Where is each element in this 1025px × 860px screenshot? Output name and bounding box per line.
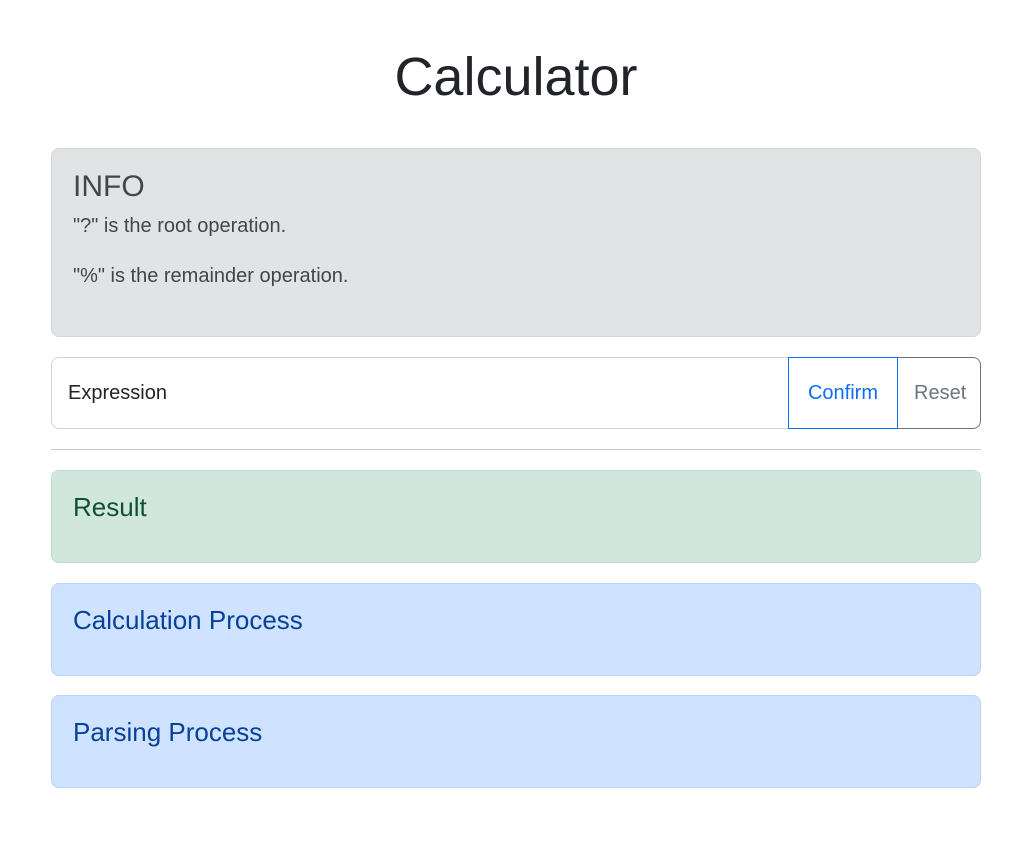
calculation-process-title: Calculation Process — [73, 605, 303, 635]
confirm-button[interactable]: Confirm — [788, 357, 898, 429]
expression-input-group: Confirm Reset — [51, 357, 981, 429]
result-panel: Result — [51, 470, 981, 563]
info-heading: INFO — [73, 170, 145, 203]
page-title: Calculator — [394, 47, 638, 107]
calculation-process-panel: Calculation Process — [51, 583, 981, 676]
parsing-process-panel: Parsing Process — [51, 695, 981, 788]
divider — [51, 449, 981, 450]
expression-input[interactable] — [51, 357, 788, 429]
info-box: INFO "?" is the root operation. "%" is t… — [51, 148, 981, 337]
info-line-root: "?" is the root operation. — [73, 215, 287, 237]
reset-button[interactable]: Reset — [898, 357, 981, 429]
calculator-container: Calculator INFO "?" is the root operatio… — [51, 0, 981, 788]
info-line-remainder: "%" is the remainder operation. — [73, 265, 349, 287]
parsing-process-title: Parsing Process — [73, 717, 263, 747]
result-title: Result — [73, 492, 147, 522]
